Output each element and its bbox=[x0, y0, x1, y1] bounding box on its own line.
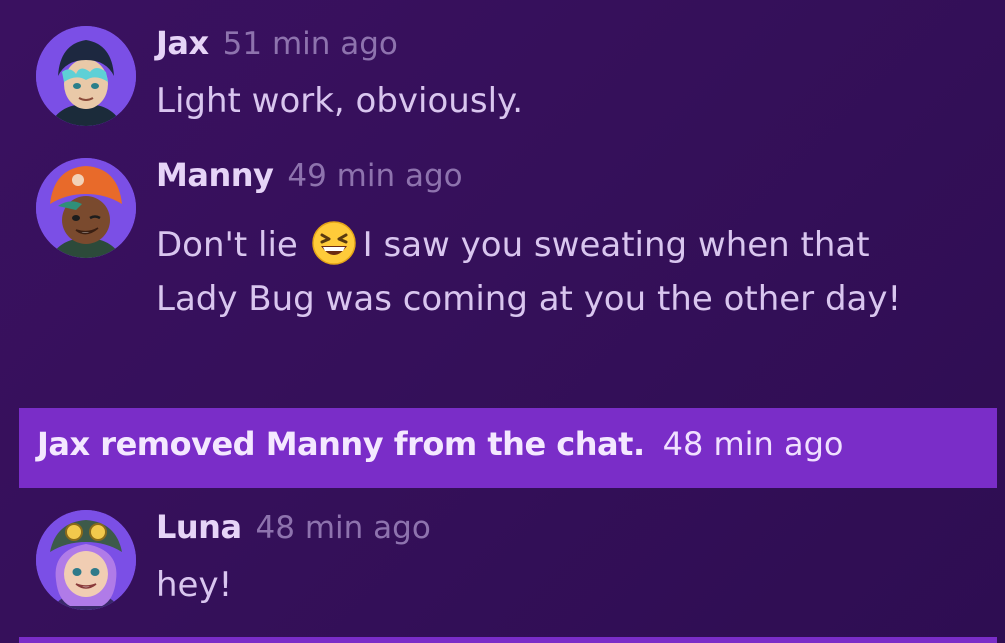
luna-avatar[interactable] bbox=[36, 510, 136, 610]
message-text: Light work, obviously. bbox=[156, 81, 524, 121]
system-notice-banner: Jax removed Manny from the chat. 48 min a… bbox=[19, 408, 997, 488]
message-timestamp: 51 min ago bbox=[222, 26, 398, 62]
chat-log: Jax 51 min ago Light work, obviously. Man… bbox=[0, 0, 1005, 643]
message-author[interactable]: Manny bbox=[156, 156, 274, 194]
system-notice-timestamp: 48 min ago bbox=[662, 425, 844, 463]
next-system-notice-banner bbox=[19, 637, 997, 643]
message-timestamp: 48 min ago bbox=[255, 510, 431, 546]
message-author[interactable]: Jax bbox=[156, 24, 209, 62]
system-notice-text: Jax removed Manny from the chat. bbox=[37, 425, 645, 463]
message-author[interactable]: Luna bbox=[156, 508, 242, 546]
jax-avatar[interactable] bbox=[36, 26, 136, 126]
message-text-part: Don't lie bbox=[156, 225, 298, 265]
message-timestamp: 49 min ago bbox=[287, 158, 463, 194]
manny-avatar[interactable] bbox=[36, 158, 136, 258]
grinning-squinting-face-emoji-icon bbox=[311, 220, 357, 266]
message-text: Don't lie I saw you sweating when that L… bbox=[156, 218, 946, 326]
message-text: hey! bbox=[156, 565, 233, 605]
